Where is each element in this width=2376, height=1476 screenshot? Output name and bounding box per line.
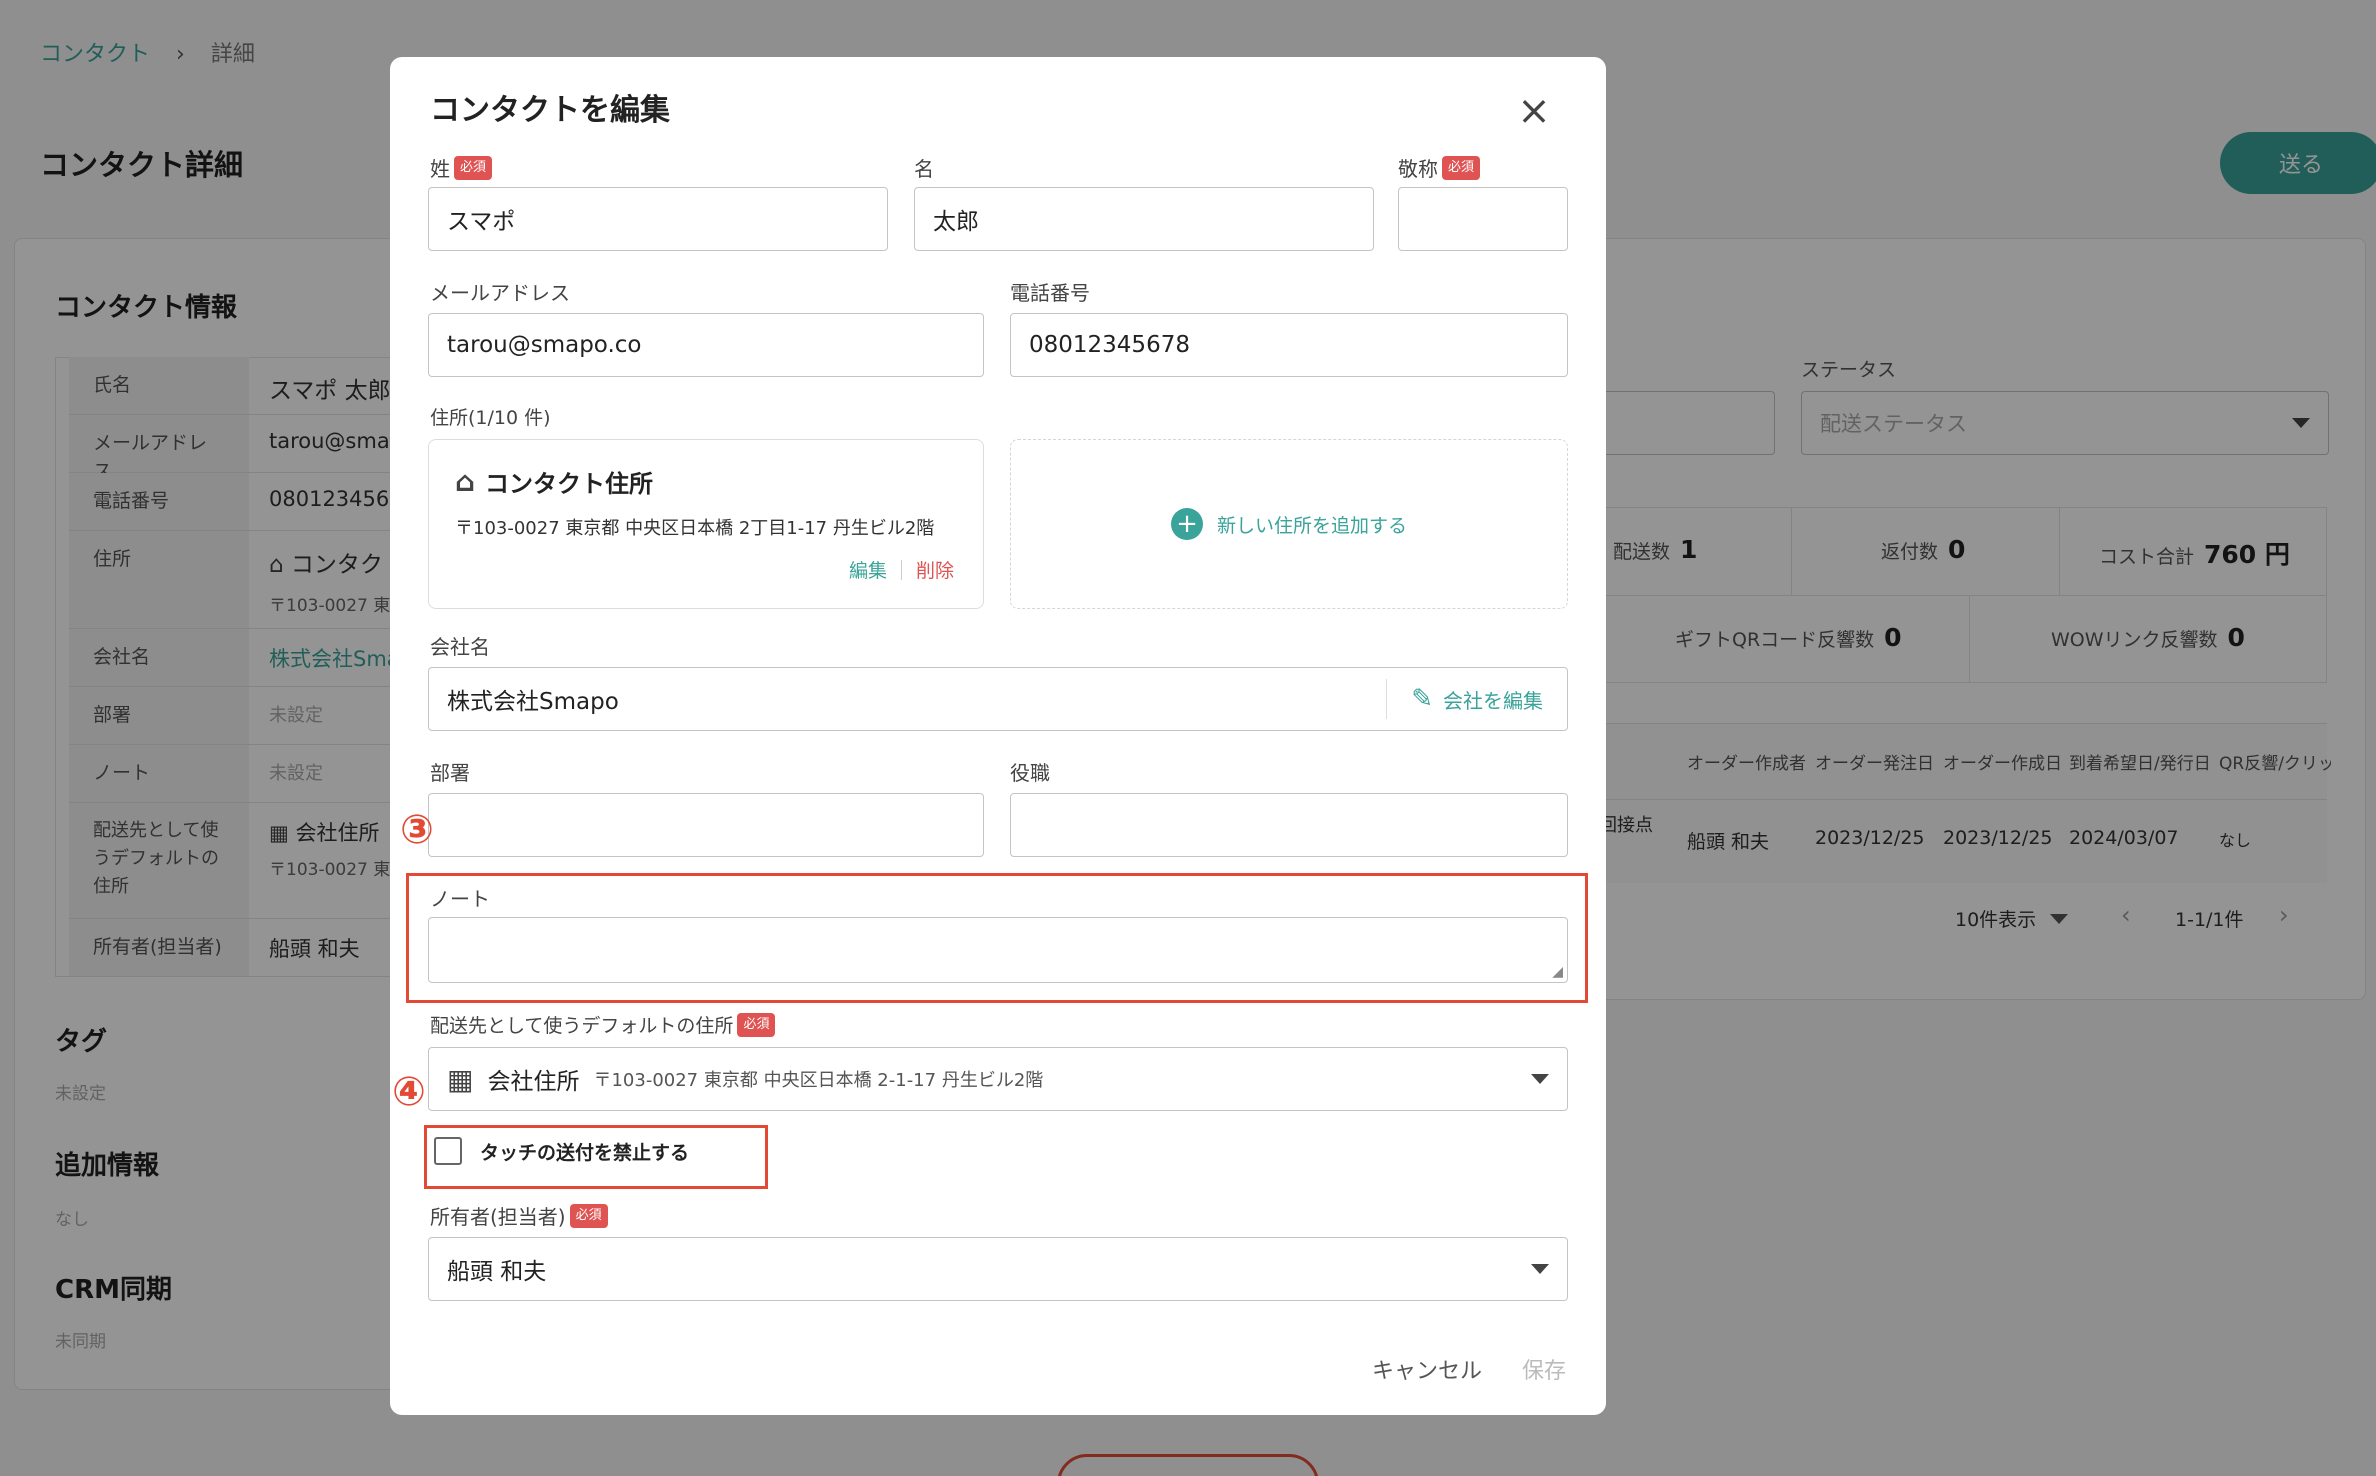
divider [901,559,903,580]
note-textarea[interactable]: ◢ [428,917,1568,983]
default-address-detail: 〒103-0027 東京都 中央区日本橋 2-1-17 丹生ビル2階 [593,1070,1044,1091]
email-input[interactable]: tarou@smapo.co [428,313,984,377]
address-delete-link[interactable]: 削除 [916,556,954,583]
annotation-number-4: ④ [392,1069,426,1115]
address-label: 住所(1/10 件) [430,407,551,429]
resize-handle-icon[interactable]: ◢ [1552,964,1563,980]
first-name-label: 名 [914,157,934,181]
department-input[interactable] [428,793,984,857]
plus-circle-icon: + [1170,508,1203,540]
address-edit-link[interactable]: 編集 [849,556,887,583]
email-label: メールアドレス [430,281,570,305]
home-icon: ⌂ [455,465,476,498]
required-badge: 必須 [454,155,493,180]
default-address-label: 配送先として使うデフォルトの住所 必須 [430,1011,776,1038]
chevron-down-icon [1531,1074,1549,1084]
note-label: ノート [430,887,490,911]
department-label: 部署 [430,761,470,785]
chevron-down-icon [1531,1264,1549,1274]
add-address-label: 新しい住所を追加する [1216,514,1407,537]
last-name-input[interactable]: スマポ [428,187,888,251]
address-card-text: 〒103-0027 東京都 中央区日本橋 2丁目1-17 丹生ビル2階 [455,518,935,539]
annotation-number-3: ③ [400,807,434,853]
honorific-input[interactable] [1398,187,1568,251]
company-value: 株式会社Smapo [447,689,619,715]
close-icon[interactable]: × [1510,87,1558,135]
edit-company-label: 会社を編集 [1443,688,1543,713]
address-card-title: コンタクト住所 [485,470,654,498]
company-field: 株式会社Smapo ✎ 会社を編集 [428,667,1568,731]
phone-input[interactable]: 08012345678 [1010,313,1568,377]
owner-select[interactable]: 船頭 和夫 [428,1237,1568,1301]
company-label: 会社名 [430,635,490,659]
required-badge: 必須 [569,1203,608,1228]
edit-company-button[interactable]: ✎ 会社を編集 [1386,679,1567,719]
position-input[interactable] [1010,793,1568,857]
block-touch-label: タッチの送付を禁止する [480,1141,690,1164]
edit-contact-modal: コンタクトを編集 × 姓必須 スマポ 名 太郎 敬称 必須 メールアドレス tar… [390,57,1606,1415]
add-address-button[interactable]: + 新しい住所を追加する [1010,439,1568,609]
phone-label: 電話番号 [1010,281,1090,305]
owner-value: 船頭 和夫 [447,1259,547,1285]
first-name-input[interactable]: 太郎 [914,187,1374,251]
building-icon: ▦ [447,1062,474,1096]
block-touch-checkbox-row[interactable]: タッチの送付を禁止する [434,1137,689,1165]
save-button[interactable]: 保存 [1522,1353,1566,1385]
default-address-select[interactable]: ▦ 会社住所 〒103-0027 東京都 中央区日本橋 2-1-17 丹生ビル2… [428,1047,1568,1111]
block-touch-checkbox[interactable] [434,1137,462,1165]
owner-label: 所有者(担当者) 必須 [430,1201,608,1230]
pencil-icon: ✎ [1411,684,1433,714]
modal-title: コンタクトを編集 [430,93,670,128]
address-card-actions: 編集 削除 [849,556,954,583]
address-card-header: ⌂ コンタクト住所 [455,464,653,499]
address-card: ⌂ コンタクト住所 〒103-0027 東京都 中央区日本橋 2丁目1-17 丹生… [428,439,984,609]
default-address-name: 会社住所 [487,1069,580,1095]
honorific-label: 敬称 必須 [1398,153,1481,182]
required-badge: 必須 [1442,155,1481,180]
position-label: 役職 [1010,761,1050,785]
required-badge: 必須 [737,1012,776,1037]
default-address-selected: ▦ 会社住所 〒103-0027 東京都 中央区日本橋 2-1-17 丹生ビル2… [447,1062,1043,1096]
last-name-label: 姓必須 [430,153,493,182]
cancel-button[interactable]: キャンセル [1372,1353,1482,1385]
